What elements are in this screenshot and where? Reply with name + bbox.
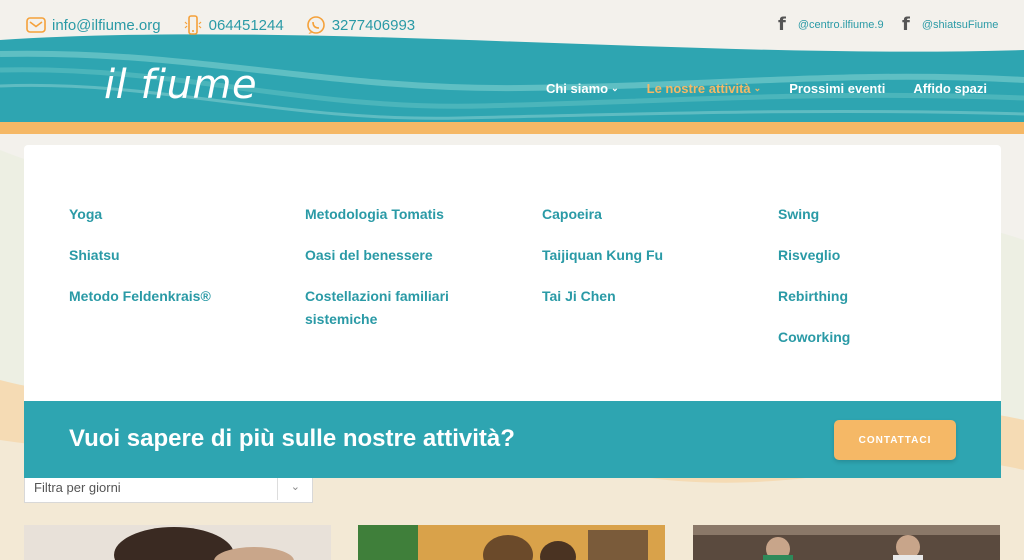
facebook-link-centro[interactable]: f @centro.ilfiume.9: [778, 14, 884, 35]
activity-card[interactable]: [693, 525, 1000, 560]
contact-cta-banner: Vuoi sapere di più sulle nostre attività…: [24, 401, 1001, 478]
main-nav: Chi siamo ⌄ Le nostre attività ⌄ Prossim…: [518, 81, 987, 96]
menu-link-tai-ji-chen[interactable]: Tai Ji Chen: [542, 285, 762, 308]
activity-card[interactable]: [24, 525, 331, 560]
menu-link-taijiquan[interactable]: Taijiquan Kung Fu: [542, 244, 762, 267]
whatsapp-icon: [306, 15, 326, 35]
menu-link-capoeira[interactable]: Capoeira: [542, 203, 762, 226]
filter-value: Filtra per giorni: [34, 480, 121, 495]
nav-item-label: Le nostre attività: [646, 81, 751, 96]
menu-link-oasi[interactable]: Oasi del benessere: [305, 244, 475, 267]
menu-column-4: Swing Risveglio Rebirthing Coworking: [778, 203, 998, 367]
menu-column-3: Capoeira Taijiquan Kung Fu Tai Ji Chen: [542, 203, 762, 326]
chevron-down-icon: ⌄: [290, 481, 300, 493]
menu-link-shiatsu[interactable]: Shiatsu: [69, 244, 289, 267]
phone-text: 064451244: [208, 16, 284, 34]
activity-card-image: [358, 525, 665, 560]
phone-contact[interactable]: 064451244: [183, 15, 284, 35]
menu-link-coworking[interactable]: Coworking: [778, 326, 998, 349]
menu-link-rebirthing[interactable]: Rebirthing: [778, 285, 998, 308]
cta-message: Vuoi sapere di più sulle nostre attività…: [69, 425, 515, 452]
menu-link-yoga[interactable]: Yoga: [69, 203, 289, 226]
nav-item-prossimi-eventi[interactable]: Prossimi eventi: [789, 81, 885, 96]
menu-link-costellazioni[interactable]: Costellazioni familiari sistemiche: [305, 285, 475, 331]
contattaci-button[interactable]: CONTATTACI: [834, 420, 956, 460]
email-contact[interactable]: info@ilfiume.org: [26, 15, 161, 35]
phone-icon: [183, 15, 203, 35]
activity-card-image: [693, 525, 1000, 560]
activities-mega-menu: Yoga Shiatsu Metodo Feldenkrais® Metodol…: [24, 145, 1001, 401]
nav-item-affido-spazi[interactable]: Affido spazi: [913, 81, 987, 96]
whatsapp-text: 3277406993: [331, 16, 416, 34]
site-logo[interactable]: il fiume: [104, 62, 257, 108]
menu-link-risveglio[interactable]: Risveglio: [778, 244, 998, 267]
envelope-icon: [26, 15, 46, 35]
select-divider: [277, 478, 278, 500]
facebook-icon: f: [902, 14, 910, 35]
facebook-icon: f: [778, 14, 786, 35]
nav-item-chi-siamo[interactable]: Chi siamo ⌄: [546, 81, 619, 96]
whatsapp-contact[interactable]: 3277406993: [306, 15, 415, 35]
nav-item-label: Chi siamo: [545, 81, 609, 96]
email-text: info@ilfiume.org: [52, 16, 161, 34]
chevron-down-icon: ⌄: [753, 83, 762, 93]
menu-link-tomatis[interactable]: Metodologia Tomatis: [305, 203, 475, 226]
nav-item-label: Affido spazi: [913, 81, 987, 96]
facebook-handle: @shiatsuFiume: [921, 18, 999, 31]
facebook-link-shiatsu[interactable]: f @shiatsuFiume: [902, 14, 998, 35]
nav-item-label: Prossimi eventi: [789, 81, 886, 96]
activity-card-image: [24, 525, 331, 560]
facebook-handle: @centro.ilfiume.9: [797, 18, 884, 31]
menu-column-1: Yoga Shiatsu Metodo Feldenkrais®: [69, 203, 289, 326]
menu-link-swing[interactable]: Swing: [778, 203, 998, 226]
activity-card[interactable]: [358, 525, 665, 560]
nav-item-attivita[interactable]: Le nostre attività ⌄: [647, 81, 762, 96]
menu-column-2: Metodologia Tomatis Oasi del benessere C…: [305, 203, 475, 349]
chevron-down-icon: ⌄: [611, 83, 619, 93]
contact-bar: info@ilfiume.org 064451244 3277406993 f …: [0, 0, 1024, 50]
menu-link-feldenkrais[interactable]: Metodo Feldenkrais®: [69, 285, 289, 308]
